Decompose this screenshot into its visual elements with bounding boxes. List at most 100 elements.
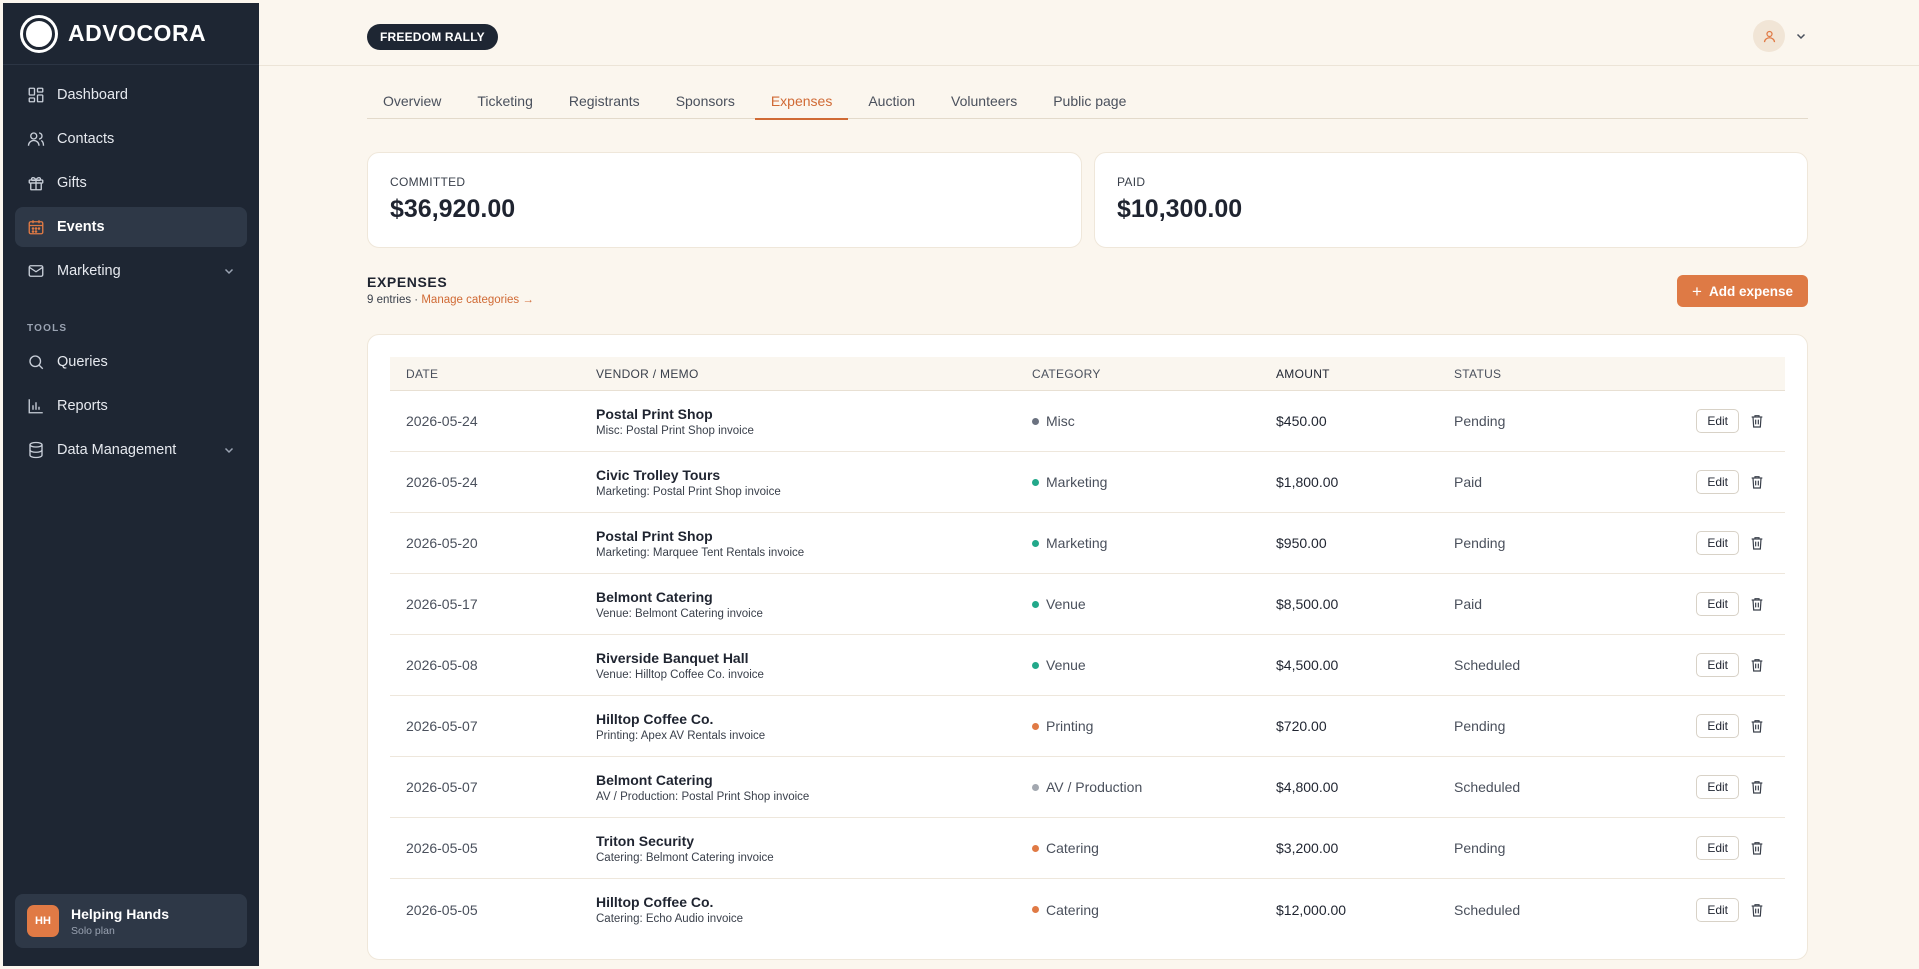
expense-category-cell: Marketing: [1032, 474, 1276, 490]
expense-category: Catering: [1046, 901, 1099, 918]
col-date[interactable]: DATE: [390, 367, 596, 381]
tab-registrants[interactable]: Registrants: [553, 82, 656, 119]
mail-icon: [27, 262, 45, 280]
expense-amount: $4,800.00: [1276, 779, 1339, 795]
user-menu[interactable]: [1753, 20, 1807, 52]
trash-icon[interactable]: [1749, 657, 1765, 673]
col-category[interactable]: CATEGORY: [1032, 367, 1276, 381]
table-header: DATE VENDOR / MEMO CATEGORY AMOUNT STATU…: [390, 357, 1785, 391]
committed-label: COMMITTED: [390, 175, 466, 189]
expenses-title: EXPENSES: [367, 274, 448, 290]
trash-icon[interactable]: [1749, 474, 1765, 490]
sidebar-item-data-management[interactable]: Data Management: [15, 430, 247, 470]
chevron-down-icon: [1796, 33, 1806, 40]
col-vendor[interactable]: VENDOR / MEMO: [596, 367, 1032, 381]
table-row: 2026-05-24 Civic Trolley Tours Marketing: …: [390, 452, 1785, 513]
expense-amount: $1,800.00: [1276, 474, 1339, 490]
col-status[interactable]: STATUS: [1454, 367, 1654, 381]
expense-category: Venue: [1046, 596, 1086, 612]
expense-date: 2026-05-24: [406, 413, 478, 429]
table-row: 2026-05-05 Triton Security Catering: Belmo…: [390, 818, 1785, 879]
expense-status: Pending: [1454, 718, 1506, 734]
edit-button[interactable]: Edit: [1696, 470, 1739, 494]
expense-category-cell: AV / Production: [1032, 779, 1276, 795]
trash-icon[interactable]: [1749, 840, 1765, 856]
expense-category: Marketing: [1046, 535, 1108, 551]
expense-status: Pending: [1454, 413, 1506, 429]
row-actions: Edit: [1654, 653, 1785, 677]
category-dot-icon: [1032, 600, 1039, 608]
sidebar-item-gifts[interactable]: Gifts: [15, 163, 247, 203]
sidebar-item-contacts[interactable]: Contacts: [15, 119, 247, 159]
user-icon: [1763, 30, 1775, 42]
edit-button[interactable]: Edit: [1696, 714, 1739, 738]
sidebar-nav: Dashboard Contacts Gifts Events Marketin…: [3, 65, 259, 305]
tab-ticketing[interactable]: Ticketing: [461, 82, 549, 119]
workspace-switcher[interactable]: HH Helping Hands Solo plan: [15, 894, 247, 948]
sidebar-item-queries[interactable]: Queries: [15, 342, 247, 382]
trash-icon[interactable]: [1749, 413, 1765, 429]
trash-icon[interactable]: [1749, 902, 1765, 918]
edit-button[interactable]: Edit: [1696, 409, 1739, 433]
edit-button[interactable]: Edit: [1696, 653, 1739, 677]
trash-icon[interactable]: [1749, 596, 1765, 612]
row-actions: Edit: [1654, 714, 1785, 738]
trash-icon[interactable]: [1749, 779, 1765, 795]
expense-date: 2026-05-05: [406, 901, 478, 918]
manage-categories-link[interactable]: Manage categories →: [421, 294, 534, 306]
tab-auction[interactable]: Auction: [852, 82, 931, 119]
expense-status: Paid: [1454, 474, 1483, 490]
sidebar-item-label: Contacts: [57, 131, 115, 147]
expense-category-cell: Venue: [1032, 596, 1276, 612]
edit-button[interactable]: Edit: [1696, 775, 1739, 799]
table-row: 2026-05-17 Belmont Catering Venue: Belmont…: [390, 574, 1785, 635]
edit-button[interactable]: Edit: [1696, 592, 1739, 616]
expense-vendor: Postal Print Shop: [596, 527, 713, 544]
gift-icon: [27, 174, 45, 192]
trash-icon[interactable]: [1749, 535, 1765, 551]
expense-category-cell: Catering: [1032, 902, 1276, 918]
expense-status: Pending: [1454, 535, 1506, 551]
brand[interactable]: ADVOCORA: [3, 3, 259, 65]
edit-button[interactable]: Edit: [1696, 531, 1739, 555]
category-dot-icon: [1032, 783, 1039, 791]
tab-sponsors[interactable]: Sponsors: [660, 82, 751, 119]
edit-button[interactable]: Edit: [1696, 897, 1739, 922]
expenses-header: EXPENSES 9 entries · Manage categories →: [367, 274, 534, 306]
sidebar-item-reports[interactable]: Reports: [15, 386, 247, 426]
category-dot-icon: [1032, 417, 1039, 425]
row-actions: Edit: [1654, 897, 1785, 922]
sidebar-item-marketing[interactable]: Marketing: [15, 251, 247, 291]
add-expense-button[interactable]: + Add expense: [1677, 275, 1808, 307]
table-row: 2026-05-05 Hilltop Coffee Co. Catering: Ec…: [390, 879, 1785, 940]
expense-status: Paid: [1454, 596, 1483, 612]
tab-public-page[interactable]: Public page: [1037, 82, 1142, 119]
sidebar-item-label: Gifts: [57, 175, 87, 191]
edit-button[interactable]: Edit: [1696, 836, 1739, 860]
expense-category: Misc: [1046, 413, 1075, 429]
category-dot-icon: [1032, 661, 1039, 669]
expense-date: 2026-05-17: [406, 596, 478, 612]
trash-icon[interactable]: [1749, 718, 1765, 734]
expense-amount: $4,500.00: [1276, 657, 1339, 673]
expense-category: Catering: [1046, 840, 1099, 856]
tab-volunteers[interactable]: Volunteers: [935, 82, 1033, 119]
tools-nav: Queries Reports Data Management: [3, 342, 259, 484]
tab-overview[interactable]: Overview: [367, 82, 457, 119]
user-avatar: [1753, 20, 1785, 52]
expense-memo: Venue: Hilltop Coffee Co. invoice: [596, 668, 764, 681]
sidebar-item-dashboard[interactable]: Dashboard: [15, 75, 247, 115]
paid-card: PAID $10,300.00: [1094, 152, 1808, 248]
category-dot-icon: [1032, 722, 1039, 730]
col-amount[interactable]: AMOUNT: [1276, 367, 1454, 381]
expense-vendor-cell: Hilltop Coffee Co. Printing: Apex AV Rent…: [596, 711, 1032, 742]
sidebar-item-events[interactable]: Events: [15, 207, 247, 247]
tab-expenses[interactable]: Expenses: [754, 82, 849, 120]
workspace-plan: Solo plan: [71, 924, 115, 937]
table-row: 2026-05-08 Riverside Banquet Hall Venue: H…: [390, 635, 1785, 696]
row-actions: Edit: [1654, 592, 1785, 616]
expense-vendor-cell: Riverside Banquet Hall Venue: Hilltop Cof…: [596, 650, 1032, 681]
bar-chart-icon: [27, 397, 45, 415]
workspace-name: Helping Hands: [71, 905, 170, 922]
table-row: 2026-05-24 Postal Print Shop Misc: Postal …: [390, 391, 1785, 452]
